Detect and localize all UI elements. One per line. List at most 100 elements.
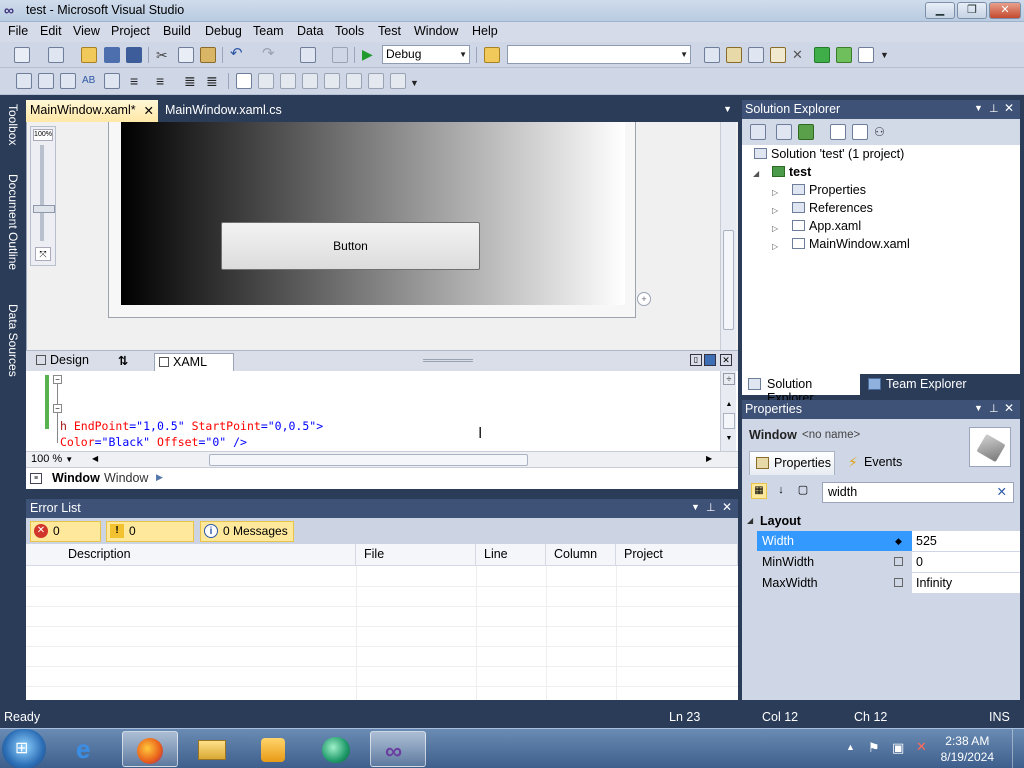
breadcrumb-element[interactable]: Window [52,471,100,485]
action-center-flag-icon[interactable]: ⚑ [868,740,880,756]
wpf-button[interactable]: Button [221,222,480,270]
tree-project[interactable]: test [772,165,811,179]
window-position-icon[interactable]: ▼ [691,502,700,512]
next-bookmark-icon[interactable] [346,73,362,89]
warnings-filter-button[interactable]: !0 Warnings [106,521,194,557]
cut-icon[interactable]: ✂ [156,47,172,63]
network-icon[interactable]: ▣ [892,740,904,756]
close-icon[interactable]: ✕ [1004,401,1014,415]
active-files-dropdown-icon[interactable]: ▼ [723,104,732,114]
horizontal-scroll-thumb[interactable] [209,454,528,466]
collapsed-arrow-icon[interactable]: ▷ [772,224,778,233]
menu-data[interactable]: Data [297,24,323,38]
align-centers-icon[interactable] [60,73,76,89]
menu-view[interactable]: View [73,24,100,38]
splitter-grip[interactable] [423,359,473,362]
command-window-icon[interactable] [858,47,874,63]
make-same-height-icon[interactable]: ≣ [206,73,222,89]
zoom-to-fit-icon[interactable]: ⤧ [35,247,51,261]
menu-build[interactable]: Build [163,24,191,38]
save-all-icon[interactable] [126,47,142,63]
navigate-forward-icon[interactable] [332,47,348,63]
volume-muted-icon[interactable]: ✕ [916,739,927,755]
show-hidden-icons-icon[interactable]: ▲ [846,742,855,752]
vertical-split-icon[interactable]: ▯ [690,354,702,366]
add-item-icon[interactable] [48,47,64,63]
category-layout[interactable]: ◢ Layout [742,511,1020,531]
toolbar-options-icon[interactable]: ▼ [410,75,426,91]
close-icon[interactable]: ✕ [144,103,154,118]
property-row-width[interactable]: Width ◆ 525 [757,531,1020,551]
designer-vertical-scrollbar[interactable] [720,122,736,350]
paste-icon[interactable] [200,47,216,63]
tree-item-app-xaml[interactable]: App.xaml [792,219,861,233]
column-file[interactable]: File [356,544,476,566]
zoom-slider[interactable]: 100% ⤧ [30,126,56,266]
menu-edit[interactable]: Edit [40,24,62,38]
horizontal-split-icon[interactable] [704,354,716,366]
view-class-diagram-icon[interactable]: ⚇ [874,124,890,140]
minimize-button[interactable]: ▁ [925,2,955,19]
extension-manager-icon[interactable] [836,47,852,63]
breadcrumb-type[interactable]: Window [104,471,148,485]
save-icon[interactable] [104,47,120,63]
breadcrumb-arrow-icon[interactable]: ▶ [156,472,163,483]
tab-properties[interactable]: Properties [749,451,835,475]
resize-handle-icon[interactable]: + [637,292,651,306]
auto-hide-pin-icon[interactable]: ⊥ [989,402,999,415]
xaml-code-editor[interactable]: − − h EndPoint="1,0.5" StartPoint="0,0.5… [26,371,738,451]
scroll-right-icon[interactable]: ▶ [706,454,712,463]
find-icon[interactable] [390,73,406,89]
taskbar-explorer[interactable] [184,731,240,767]
align-tops-icon[interactable] [104,73,120,89]
auto-hide-pin-icon[interactable]: ⊥ [706,501,716,514]
close-button[interactable]: ✕ [989,2,1021,19]
system-clock[interactable]: 2:38 AM 8/19/2024 [941,733,994,765]
clear-bookmarks-icon[interactable] [368,73,384,89]
bookmark-icon[interactable] [302,73,318,89]
refresh-icon[interactable] [798,124,814,140]
taskbar-app[interactable] [308,731,364,767]
document-outline-icon[interactable]: ≡ [30,473,42,484]
scroll-thumb[interactable] [723,413,735,429]
size-to-grid-icon[interactable] [236,73,252,89]
solution-configuration-select[interactable]: Debug ▼ [382,45,470,64]
start-button[interactable]: ⊞ [2,729,46,768]
toolbox-tab[interactable]: Toolbox [2,104,20,145]
collapsed-arrow-icon[interactable]: ▷ [772,188,778,197]
tab-mainwindow-xaml-cs[interactable]: MainWindow.xaml.cs [165,103,282,117]
selected-object-name[interactable]: <no name> [802,429,860,441]
window-position-icon[interactable]: ▼ [974,403,983,413]
scroll-left-icon[interactable]: ◀ [92,454,98,463]
properties-window-icon[interactable] [726,47,742,63]
tab-team-explorer[interactable]: Team Explorer [868,377,967,391]
window-position-icon[interactable]: ▼ [974,103,983,113]
align-middles-icon[interactable]: ≡ [130,73,146,89]
column-description[interactable]: Description [26,544,356,566]
align-bottoms-icon[interactable]: ≡ [156,73,172,89]
maximize-button[interactable]: ❐ [957,2,987,19]
categorized-icon[interactable]: ▦ [751,483,767,499]
tree-item-references[interactable]: References [792,201,873,215]
errors-filter-button[interactable]: ✕0 Errors [30,521,101,557]
view-designer-icon[interactable] [852,124,868,140]
property-search-input[interactable]: width ✕ [822,482,1014,503]
collapse-pane-icon[interactable]: ✕ [720,354,732,366]
scroll-up-icon[interactable]: ▲ [723,401,735,409]
menu-debug[interactable]: Debug [205,24,242,38]
new-project-icon[interactable] [14,47,30,63]
collapse-icon[interactable]: − [53,404,62,413]
open-folder-icon[interactable] [81,47,97,63]
property-row-minwidth[interactable]: MinWidth 0 [757,552,1020,572]
column-column[interactable]: Column [546,544,616,566]
gradient-grid[interactable] [121,122,625,305]
menu-file[interactable]: File [8,24,28,38]
view-code-icon[interactable] [830,124,846,140]
taskbar-firefox[interactable] [122,731,178,767]
collapse-icon[interactable]: − [53,375,62,384]
menu-tools[interactable]: Tools [335,24,364,38]
property-pages-icon[interactable]: ▢ [795,483,811,499]
tree-item-properties[interactable]: Properties [792,183,866,197]
auto-hide-pin-icon[interactable]: ⊥ [989,102,999,115]
comment-icon[interactable] [258,73,274,89]
